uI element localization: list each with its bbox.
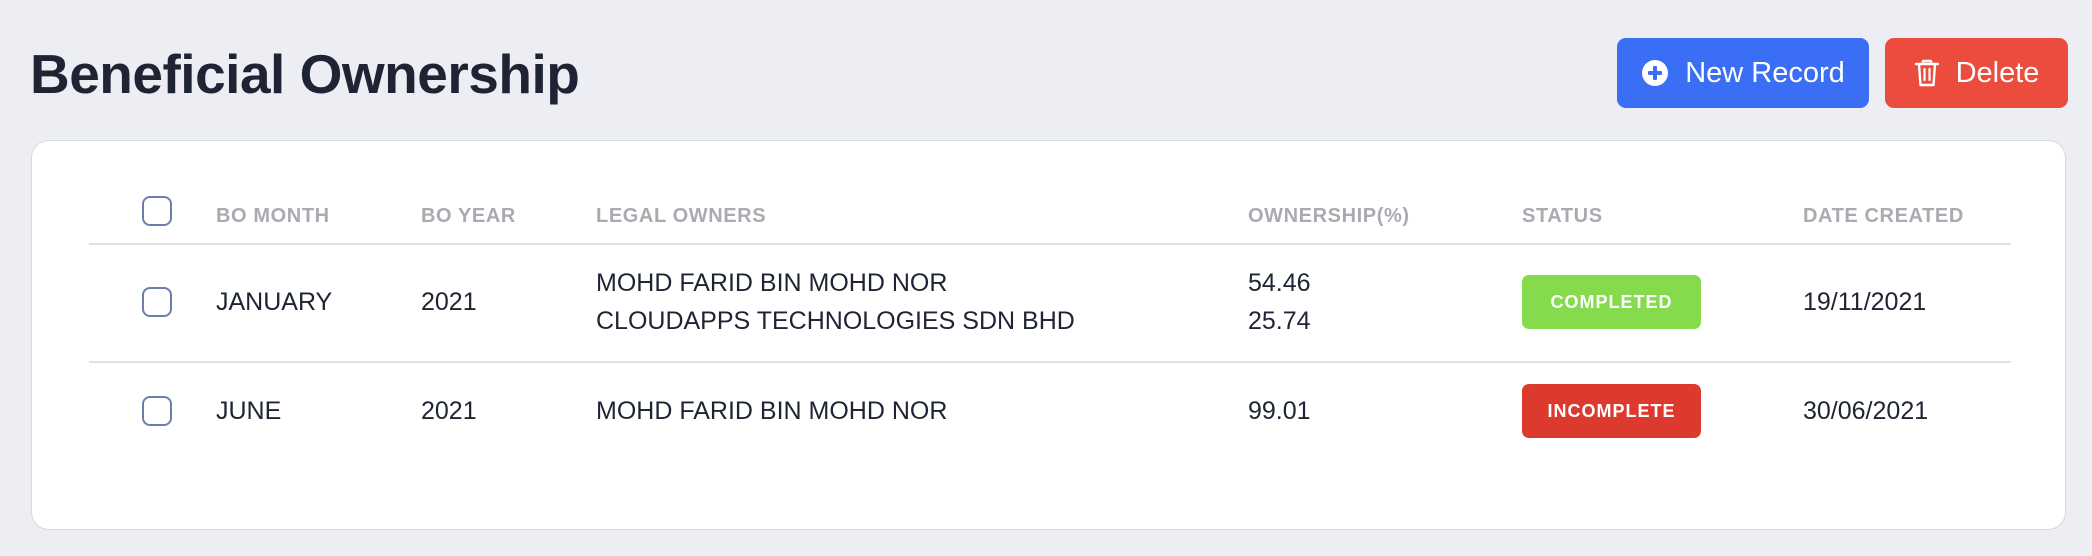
column-header-bo-year[interactable]: BO YEAR: [421, 183, 516, 243]
legal-owners-cell: MOHD FARID BIN MOHD NOR CLOUDAPPS TECHNO…: [596, 243, 1075, 361]
status-cell: COMPLETED: [1522, 243, 1701, 361]
legal-owner: MOHD FARID BIN MOHD NOR: [596, 397, 948, 425]
ownership-value: 99.01: [1248, 397, 1311, 425]
ownership-value: 25.74: [1248, 307, 1311, 335]
ownership-value: 54.46: [1248, 269, 1311, 297]
bo-month-cell: JUNE: [216, 397, 282, 425]
row-checkbox[interactable]: [142, 396, 172, 426]
select-all-checkbox[interactable]: [142, 196, 172, 226]
legal-owner: MOHD FARID BIN MOHD NOR: [596, 269, 948, 297]
new-record-button[interactable]: New Record: [1617, 38, 1869, 108]
column-header-date-created[interactable]: DATE CREATED: [1803, 183, 1964, 243]
status-badge-completed: COMPLETED: [1522, 275, 1701, 329]
legal-owners-cell: MOHD FARID BIN MOHD NOR: [596, 361, 947, 461]
delete-button[interactable]: Delete: [1885, 38, 2068, 108]
date-created-cell: 30/06/2021: [1803, 397, 1929, 425]
table-row[interactable]: JANUARY 2021 MOHD FARID BIN MOHD NOR CLO…: [89, 243, 2011, 363]
row-select-cell: [142, 361, 182, 461]
page-title: Beneficial Ownership: [30, 43, 580, 105]
plus-circle-icon: [1641, 59, 1669, 87]
column-header-legal-owners[interactable]: LEGAL OWNERS: [596, 183, 766, 243]
trash-icon: [1914, 58, 1940, 88]
legal-owner: CLOUDAPPS TECHNOLOGIES SDN BHD: [596, 307, 1075, 335]
table-row[interactable]: JUNE 2021 MOHD FARID BIN MOHD NOR 99.01 …: [89, 361, 2011, 461]
column-header-status[interactable]: STATUS: [1522, 183, 1603, 243]
bo-year-cell: 2021: [421, 397, 477, 425]
select-all-cell: [142, 183, 182, 243]
ownership-cell: 54.46 25.74: [1248, 243, 1311, 361]
records-table-card: BO MONTH BO YEAR LEGAL OWNERS OWNERSHIP(…: [31, 140, 2066, 530]
row-select-cell: [142, 243, 182, 361]
status-badge-incomplete: INCOMPLETE: [1522, 384, 1701, 438]
column-header-bo-month[interactable]: BO MONTH: [216, 183, 330, 243]
delete-label: Delete: [1955, 56, 2040, 89]
bo-year-cell: 2021: [421, 288, 477, 316]
ownership-cell: 99.01: [1248, 361, 1311, 461]
status-cell: INCOMPLETE: [1522, 361, 1701, 461]
new-record-label: New Record: [1685, 56, 1845, 89]
row-checkbox[interactable]: [142, 287, 172, 317]
column-header-ownership[interactable]: OWNERSHIP(%): [1248, 183, 1410, 243]
bo-month-cell: JANUARY: [216, 288, 333, 316]
page: Beneficial Ownership New Record Delete B…: [0, 0, 2092, 556]
date-created-cell: 19/11/2021: [1803, 288, 1927, 316]
table-header: BO MONTH BO YEAR LEGAL OWNERS OWNERSHIP(…: [89, 183, 2011, 245]
